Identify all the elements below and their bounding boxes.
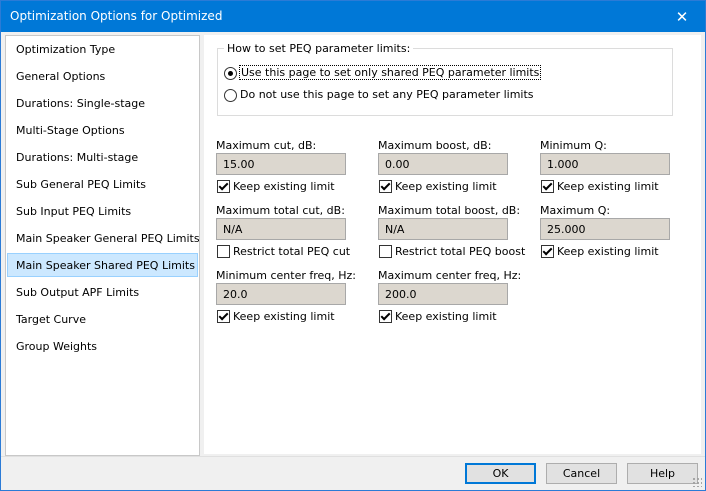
checkbox-label: Keep existing limit	[557, 180, 659, 193]
field-value: 20.0	[223, 288, 248, 301]
checkbox-label: Keep existing limit	[233, 180, 335, 193]
sidebar-item-label: Sub Input PEQ Limits	[16, 205, 132, 218]
peq-limits-groupbox: How to set PEQ parameter limits: Use thi…	[217, 42, 673, 116]
max-cut-field[interactable]: 15.00	[216, 153, 346, 175]
sidebar-item-label: Target Curve	[16, 313, 86, 326]
field-value: 1.000	[547, 158, 579, 171]
max-total-boost-label: Maximum total boost, dB:	[378, 204, 521, 217]
max-cut-label: Maximum cut, dB:	[216, 139, 317, 152]
sidebar-item-sub-general-peq-limits[interactable]: Sub General PEQ Limits	[7, 172, 198, 196]
sidebar-item-durations-multi-stage[interactable]: Durations: Multi-stage	[7, 145, 198, 169]
field-value: N/A	[223, 223, 243, 236]
max-q-label: Maximum Q:	[540, 204, 611, 217]
sidebar-item-sub-output-apf-limits[interactable]: Sub Output APF Limits	[7, 280, 198, 304]
min-center-freq-field[interactable]: 20.0	[216, 283, 346, 305]
close-icon: ✕	[675, 7, 689, 26]
sidebar-item-label: Sub Output APF Limits	[16, 286, 140, 299]
max-total-cut-label: Maximum total cut, dB:	[216, 204, 345, 217]
sidebar-item-label: Sub General PEQ Limits	[16, 178, 147, 191]
sidebar-item-label: General Options	[16, 70, 106, 83]
max-total-boost-field[interactable]: N/A	[378, 218, 508, 240]
field-value: 200.0	[385, 288, 417, 301]
checkbox-checked[interactable]	[379, 310, 392, 323]
radio-button-checked[interactable]	[224, 67, 237, 80]
field-value: 25.000	[547, 223, 586, 236]
checkbox-label: Restrict total PEQ cut	[233, 245, 351, 258]
dialog-window: Optimization Options for Optimized ✕ Opt…	[0, 0, 706, 491]
sidebar-item-group-weights[interactable]: Group Weights	[7, 334, 198, 358]
sidebar-item-general-options[interactable]: General Options	[7, 64, 198, 88]
sidebar-item-main-speaker-general-peq-limits[interactable]: Main Speaker General PEQ Limits	[7, 226, 200, 250]
checkbox-label: Keep existing limit	[233, 310, 335, 323]
sidebar-item-label: Durations: Single-stage	[16, 97, 146, 110]
max-boost-field[interactable]: 0.00	[378, 153, 508, 175]
max-q-field[interactable]: 25.000	[540, 218, 670, 240]
min-center-freq-label: Minimum center freq, Hz:	[216, 269, 357, 282]
sidebar-item-label: Durations: Multi-stage	[16, 151, 139, 164]
max-total-cut-field[interactable]: N/A	[216, 218, 346, 240]
checkbox[interactable]	[217, 245, 230, 258]
field-value: N/A	[385, 223, 405, 236]
sidebar-item-label: Main Speaker General PEQ Limits	[16, 232, 200, 245]
sidebar-item-durations-single-stage[interactable]: Durations: Single-stage	[7, 91, 198, 115]
checkbox-checked[interactable]	[541, 180, 554, 193]
window-title: Optimization Options for Optimized	[10, 9, 223, 23]
min-q-field[interactable]: 1.000	[540, 153, 670, 175]
resize-grip-icon[interactable]	[692, 477, 702, 487]
groupbox-label: How to set PEQ parameter limits:	[224, 42, 414, 55]
sidebar-item-label: Group Weights	[16, 340, 98, 353]
checkbox-checked[interactable]	[217, 180, 230, 193]
checkbox-checked[interactable]	[217, 310, 230, 323]
settings-panel: How to set PEQ parameter limits: Use thi…	[204, 35, 701, 454]
help-button[interactable]: Help	[627, 463, 698, 484]
checkbox-label: Keep existing limit	[557, 245, 659, 258]
checkbox-checked[interactable]	[379, 180, 392, 193]
max-boost-label: Maximum boost, dB:	[378, 139, 492, 152]
sidebar-item-label: Optimization Type	[16, 43, 116, 56]
sidebar-item-sub-input-peq-limits[interactable]: Sub Input PEQ Limits	[7, 199, 198, 223]
cancel-button[interactable]: Cancel	[546, 463, 617, 484]
checkbox-label: Restrict total PEQ boost	[395, 245, 526, 258]
sidebar-item-target-curve[interactable]: Target Curve	[7, 307, 198, 331]
radio-label: Do not use this page to set any PEQ para…	[240, 88, 534, 101]
options-sidebar: Optimization Type General Options Durati…	[5, 35, 200, 456]
sidebar-item-label: Main Speaker Shared PEQ Limits	[16, 259, 195, 272]
radio-button[interactable]	[224, 89, 237, 102]
checkbox-label: Keep existing limit	[395, 180, 497, 193]
checkbox-label: Keep existing limit	[395, 310, 497, 323]
checkbox[interactable]	[379, 245, 392, 258]
checkbox-checked[interactable]	[541, 245, 554, 258]
sidebar-item-multi-stage-options[interactable]: Multi-Stage Options	[7, 118, 198, 142]
close-button[interactable]: ✕	[659, 1, 705, 32]
ok-button[interactable]: OK	[465, 463, 536, 484]
max-center-freq-label: Maximum center freq, Hz:	[378, 269, 522, 282]
radio-label: Use this page to set only shared PEQ par…	[238, 65, 542, 80]
sidebar-item-optimization-type[interactable]: Optimization Type	[7, 37, 198, 61]
title-bar[interactable]: Optimization Options for Optimized ✕	[1, 1, 705, 32]
max-center-freq-field[interactable]: 200.0	[378, 283, 508, 305]
min-q-label: Minimum Q:	[540, 139, 607, 152]
field-value: 15.00	[223, 158, 255, 171]
field-value: 0.00	[385, 158, 410, 171]
sidebar-item-main-speaker-shared-peq-limits[interactable]: Main Speaker Shared PEQ Limits	[7, 253, 198, 277]
footer-divider	[1, 456, 705, 457]
sidebar-item-label: Multi-Stage Options	[16, 124, 125, 137]
